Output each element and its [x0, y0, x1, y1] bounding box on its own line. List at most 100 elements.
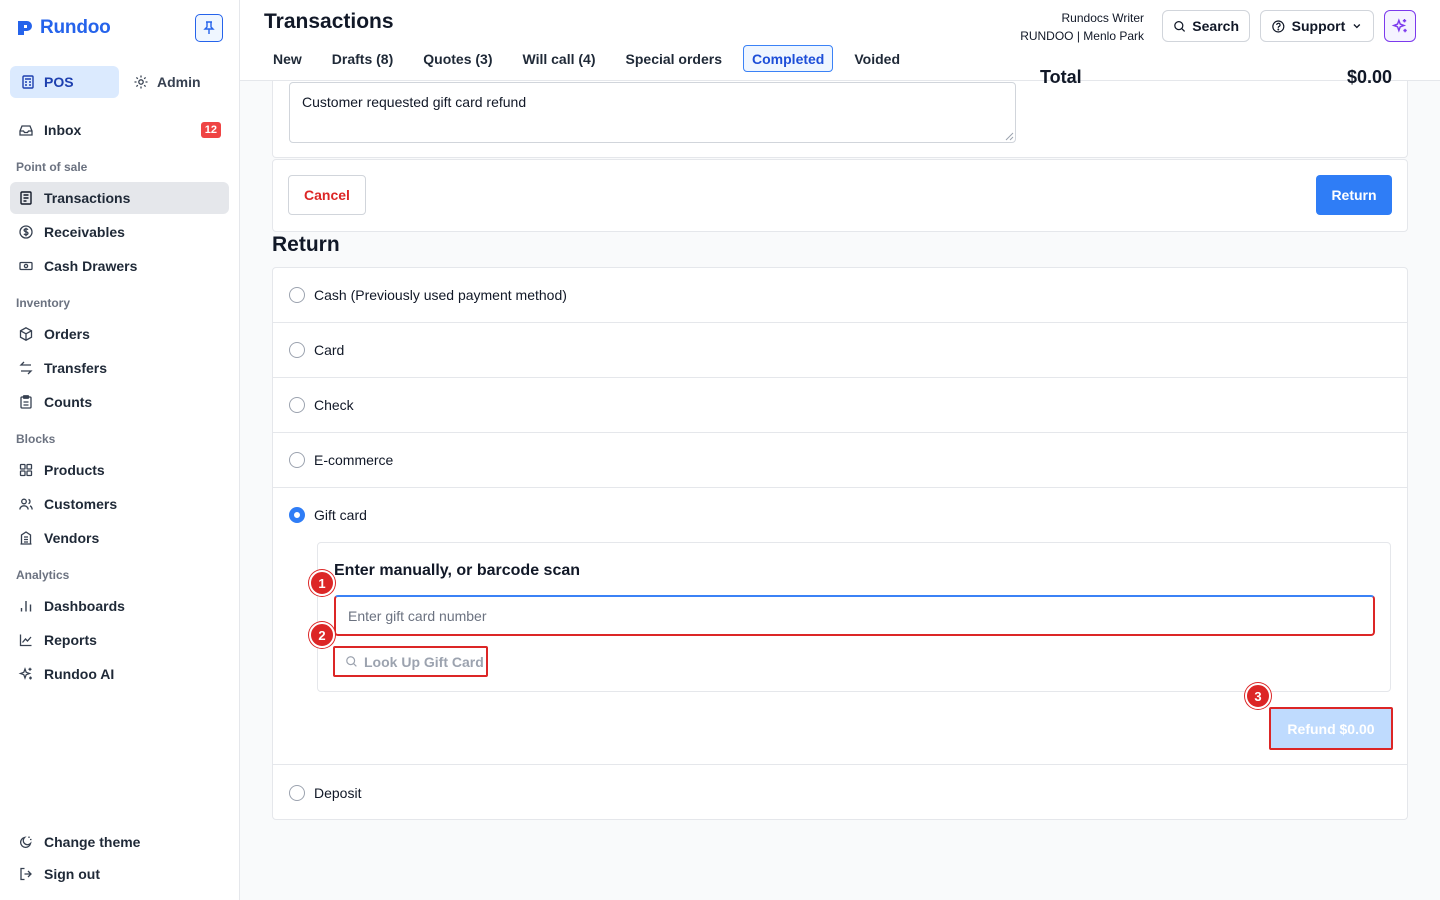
sidebar-item-label: Vendors — [44, 530, 100, 546]
transaction-tabs: New Drafts (8) Quotes (3) Will call (4) … — [264, 45, 919, 72]
box-icon — [19, 327, 33, 341]
sidebar-item-label: Reports — [44, 632, 97, 648]
tab-quotes[interactable]: Quotes (3) — [414, 45, 501, 72]
sidebar-item-label: Products — [44, 462, 105, 478]
bar-chart-icon — [20, 601, 32, 612]
inbox-icon — [19, 125, 33, 136]
payment-option-cash[interactable]: Cash (Previously used payment method) — [273, 268, 1407, 323]
tab-drafts[interactable]: Drafts (8) — [323, 45, 402, 72]
inbox-count-badge: 12 — [200, 122, 221, 138]
return-button[interactable]: Return — [1316, 175, 1392, 215]
receipt-icon — [20, 191, 32, 205]
sparkles-icon — [1391, 18, 1407, 33]
radio-gift-card[interactable] — [289, 507, 305, 523]
annotation-marker-2: 2 — [309, 622, 335, 648]
rundoo-logo-icon — [18, 21, 32, 35]
rundoo-ai-button[interactable] — [1384, 10, 1416, 42]
payment-option-card[interactable]: Card — [273, 323, 1407, 378]
radio-card[interactable] — [289, 342, 305, 358]
sign-out-icon — [20, 867, 32, 881]
sidebar-item-vendors[interactable]: Vendors — [10, 522, 229, 554]
sidebar-item-label: Counts — [44, 394, 93, 410]
search-icon — [1174, 20, 1186, 32]
grid-icon — [19, 463, 33, 477]
sidebar-item-reports[interactable]: Reports — [10, 624, 229, 656]
sidebar-item-label: Receivables — [44, 224, 125, 240]
user-info: Rundocs Writer RUNDOO | Menlo Park — [1020, 9, 1144, 45]
cancel-button[interactable]: Cancel — [288, 175, 366, 215]
mode-tab-pos[interactable]: POS — [10, 66, 119, 98]
clipboard-icon — [20, 395, 32, 409]
sidebar-item-change-theme[interactable]: Change theme — [10, 826, 229, 858]
payment-option-label: Cash (Previously used payment method) — [314, 287, 567, 303]
sidebar-item-label: Sign out — [44, 866, 100, 882]
sidebar-item-receivables[interactable]: Receivables — [10, 216, 229, 248]
radio-ecommerce[interactable] — [289, 452, 305, 468]
sidebar-item-transfers[interactable]: Transfers — [10, 352, 229, 384]
page-title: Transactions — [264, 10, 394, 33]
annotation-marker-1: 1 — [309, 570, 335, 596]
arrows-swap-icon — [19, 361, 33, 375]
tab-completed[interactable]: Completed — [743, 45, 834, 72]
sidebar-item-products[interactable]: Products — [10, 454, 229, 486]
chevron-down-icon — [1353, 24, 1361, 29]
help-circle-icon — [1272, 19, 1285, 33]
payment-option-ecommerce[interactable]: E-commerce — [273, 433, 1407, 488]
note-textarea[interactable]: Customer requested gift card refund — [289, 82, 1016, 143]
search-icon — [346, 656, 357, 667]
payment-option-label: Deposit — [314, 784, 362, 801]
mode-tab-admin[interactable]: Admin — [123, 66, 233, 98]
radio-check[interactable] — [289, 397, 305, 413]
sparkles-icon — [18, 667, 32, 680]
payment-option-label: Gift card — [314, 507, 367, 523]
sidebar-item-label: Cash Drawers — [44, 258, 138, 274]
annotation-marker-3: 3 — [1245, 683, 1271, 709]
mode-tab-label: POS — [44, 74, 74, 90]
sidebar-item-inbox[interactable]: Inbox 12 — [10, 114, 229, 146]
sidebar-item-label: Dashboards — [44, 598, 125, 614]
radio-deposit[interactable] — [289, 784, 305, 801]
payment-option-label: Check — [314, 397, 354, 413]
section-label-blocks: Blocks — [16, 432, 56, 446]
gift-card-entry-label: Enter manually, or barcode scan — [334, 562, 581, 579]
actions-card — [272, 159, 1408, 232]
search-button[interactable]: Search — [1162, 10, 1250, 42]
mode-switcher: POS Admin — [10, 66, 233, 98]
payment-option-deposit[interactable]: Deposit — [273, 765, 1407, 820]
tab-special-orders[interactable]: Special orders — [617, 45, 732, 72]
look-up-gift-card-button[interactable]: Look Up Gift Card — [333, 646, 488, 677]
section-label-inventory: Inventory — [16, 296, 71, 310]
sidebar-item-orders[interactable]: Orders — [10, 318, 229, 350]
sidebar-item-label: Customers — [44, 496, 118, 512]
tab-new[interactable]: New — [264, 45, 311, 72]
section-label-analytics: Analytics — [16, 568, 70, 582]
section-label-point-of-sale: Point of sale — [16, 160, 88, 174]
sidebar-item-customers[interactable]: Customers — [10, 488, 229, 520]
sidebar-item-rundoo-ai[interactable]: Rundoo AI — [10, 658, 229, 690]
tab-voided[interactable]: Voided — [845, 45, 909, 72]
building-icon — [20, 531, 32, 545]
sidebar-item-cash-drawers[interactable]: Cash Drawers — [10, 250, 229, 282]
mode-tab-label: Admin — [157, 74, 201, 90]
payment-option-label: E-commerce — [314, 452, 394, 468]
sidebar-item-counts[interactable]: Counts — [10, 386, 229, 418]
sidebar-item-label: Orders — [44, 326, 90, 342]
total-row: Total $0.00 — [1040, 67, 1392, 88]
refund-button[interactable]: Refund $0.00 — [1269, 707, 1393, 750]
payment-option-check[interactable]: Check — [273, 378, 1407, 433]
gift-card-number-input[interactable] — [334, 595, 1375, 636]
sidebar-item-dashboards[interactable]: Dashboards — [10, 590, 229, 622]
pin-sidebar-button[interactable] — [195, 14, 223, 42]
sidebar-item-transactions[interactable]: Transactions — [10, 182, 229, 214]
store-name: RUNDOO | Menlo Park — [1020, 29, 1144, 43]
support-button[interactable]: Support — [1260, 10, 1374, 42]
look-up-gift-card-label: Look Up Gift Card — [364, 653, 484, 670]
sidebar-item-label: Transactions — [44, 190, 131, 206]
tab-will-call[interactable]: Will call (4) — [514, 45, 605, 72]
resize-handle-icon[interactable] — [1005, 132, 1014, 141]
radio-cash[interactable] — [289, 287, 305, 303]
brand-logo[interactable]: Rundoo — [16, 17, 111, 39]
sidebar-item-sign-out[interactable]: Sign out — [10, 858, 229, 890]
support-label: Support — [1291, 18, 1346, 34]
theme-icon — [19, 836, 32, 849]
